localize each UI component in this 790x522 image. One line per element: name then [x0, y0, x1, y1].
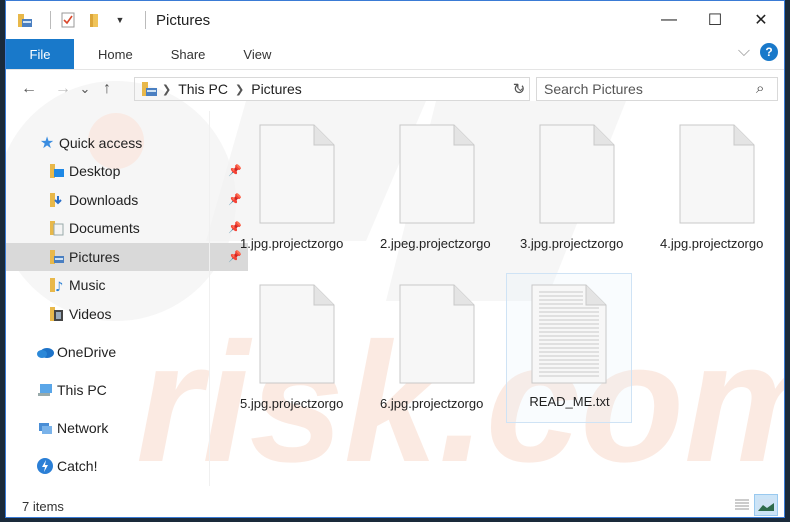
sidebar-item-network[interactable]: Network — [6, 414, 236, 442]
tab-view[interactable]: View — [237, 47, 277, 62]
pictures-location-icon — [141, 81, 159, 97]
blank-file-icon — [539, 124, 615, 224]
address-bar[interactable]: ❯ This PC ❯ Pictures ⌄ — [134, 77, 530, 101]
pictures-folder-icon — [48, 248, 66, 266]
file-item[interactable]: 4.jpg.projectzorgo — [646, 111, 771, 266]
tab-share[interactable]: Share — [165, 47, 212, 62]
new-folder-icon[interactable] — [85, 11, 103, 29]
blank-file-icon — [399, 284, 475, 384]
sidebar-item-label: Pictures — [69, 249, 120, 265]
sidebar-item-label: OneDrive — [57, 344, 117, 360]
file-item[interactable]: 2.jpeg.projectzorgo — [366, 111, 491, 266]
breadcrumb-this-pc[interactable]: This PC — [178, 81, 228, 97]
minimize-button[interactable]: — — [646, 1, 692, 39]
breadcrumb-pictures[interactable]: Pictures — [251, 81, 302, 97]
tab-home[interactable]: Home — [92, 47, 139, 62]
sidebar-item-onedrive[interactable]: OneDrive — [6, 338, 236, 366]
sidebar-item-videos[interactable]: Videos — [6, 300, 248, 328]
file-name: READ_ME.txt — [529, 394, 610, 409]
svg-text:♪: ♪ — [55, 280, 63, 293]
blank-file-icon — [259, 124, 335, 224]
sidebar-item-label: Catch! — [57, 458, 98, 474]
file-name: 2.jpeg.projectzorgo — [380, 236, 491, 251]
file-item[interactable]: 1.jpg.projectzorgo — [226, 111, 351, 266]
up-button[interactable]: ↑ — [94, 76, 120, 102]
large-icons-view-button[interactable] — [754, 494, 778, 516]
sidebar-item-this-pc[interactable]: This PC — [6, 376, 236, 404]
file-name: 4.jpg.projectzorgo — [660, 236, 764, 251]
sidebar-item-documents[interactable]: Documents 📌 — [6, 214, 248, 242]
blank-file-icon — [399, 124, 475, 224]
forward-button[interactable]: → — [50, 76, 76, 102]
file-name: 1.jpg.projectzorgo — [240, 236, 344, 251]
file-item[interactable]: 3.jpg.projectzorgo — [506, 111, 631, 266]
sidebar-item-pictures[interactable]: Pictures 📌 — [6, 243, 248, 271]
sidebar-item-downloads[interactable]: Downloads 📌 — [6, 186, 248, 214]
status-bar: 7 items — [6, 493, 784, 517]
toolbar-divider — [50, 11, 51, 29]
sidebar-item-quick-access[interactable]: ★ Quick access — [6, 129, 238, 157]
window-title: Pictures — [156, 11, 211, 29]
sidebar-item-label: Desktop — [69, 163, 121, 179]
folder-properties-icon[interactable] — [16, 11, 34, 29]
back-button[interactable]: ← — [16, 76, 42, 102]
search-icon[interactable]: ⌕ — [756, 80, 764, 97]
navigation-bar: ← → ⌄ ↑ ❯ This PC ❯ Pictures ⌄ ↻ Search … — [6, 71, 784, 107]
onedrive-icon — [36, 343, 54, 361]
sidebar-item-label: Downloads — [69, 192, 139, 208]
checkmark-document-icon[interactable] — [59, 11, 77, 29]
blank-file-icon — [259, 284, 335, 384]
file-item[interactable]: 6.jpg.projectzorgo — [366, 271, 491, 426]
pane-divider[interactable] — [209, 111, 210, 486]
quick-access-toolbar: ▼ — [16, 1, 154, 39]
breadcrumb-separator-icon: ❯ — [162, 83, 172, 96]
sidebar-item-label: Music — [69, 277, 106, 293]
refresh-button[interactable]: ↻ — [508, 77, 530, 101]
documents-folder-icon — [48, 219, 66, 237]
sidebar-item-label: Network — [57, 420, 109, 436]
toolbar-divider — [145, 11, 146, 29]
sidebar-item-label: Videos — [69, 306, 112, 322]
star-icon: ★ — [39, 135, 55, 152]
navigation-pane: ★ Quick access Desktop 📌 Downloads 📌 Doc… — [6, 111, 248, 481]
network-icon — [36, 419, 54, 437]
file-item-selected[interactable]: READ_ME.txt — [506, 273, 632, 423]
text-file-icon — [531, 284, 607, 384]
file-explorer-window: risk.com ▼ Pictures — ☐ ✕ File Home Shar… — [5, 0, 785, 518]
blank-file-icon — [679, 124, 755, 224]
title-bar: ▼ Pictures — ☐ ✕ — [6, 1, 784, 39]
this-pc-icon — [36, 381, 54, 399]
maximize-button[interactable]: ☐ — [692, 1, 738, 39]
music-folder-icon: ♪ — [48, 276, 66, 294]
item-count: 7 items — [22, 498, 64, 514]
search-input[interactable]: Search Pictures — [536, 77, 778, 101]
expand-ribbon-icon[interactable]: ⌵ — [738, 43, 750, 61]
file-list: 1.jpg.projectzorgo 2.jpeg.projectzorgo 3… — [216, 111, 784, 481]
sidebar-item-desktop[interactable]: Desktop 📌 — [6, 157, 248, 185]
catch-icon — [36, 457, 54, 475]
sidebar-item-catch[interactable]: Catch! — [6, 452, 236, 480]
sidebar-item-label: Documents — [69, 220, 140, 236]
details-view-icon — [735, 499, 749, 510]
recent-locations-button[interactable]: ⌄ — [76, 76, 94, 102]
large-icons-view-icon — [758, 499, 774, 511]
ribbon-tabs: File Home Share View ⌵ ? — [6, 39, 784, 70]
tab-file[interactable]: File — [6, 39, 74, 69]
close-button[interactable]: ✕ — [738, 1, 784, 39]
breadcrumb-separator-icon: ❯ — [235, 83, 245, 96]
sidebar-item-music[interactable]: ♪ Music — [6, 271, 248, 299]
file-name: 5.jpg.projectzorgo — [240, 396, 344, 411]
help-icon[interactable]: ? — [760, 43, 778, 61]
file-item[interactable]: 5.jpg.projectzorgo — [226, 271, 351, 426]
file-name: 6.jpg.projectzorgo — [380, 396, 484, 411]
file-name: 3.jpg.projectzorgo — [520, 236, 624, 251]
videos-folder-icon — [48, 305, 66, 323]
desktop-folder-icon — [48, 162, 66, 180]
sidebar-item-label: This PC — [57, 382, 107, 398]
details-view-button[interactable] — [730, 494, 754, 516]
sidebar-item-label: Quick access — [59, 135, 143, 151]
downloads-folder-icon — [48, 191, 66, 209]
dropdown-arrow-icon[interactable]: ▼ — [111, 11, 129, 29]
